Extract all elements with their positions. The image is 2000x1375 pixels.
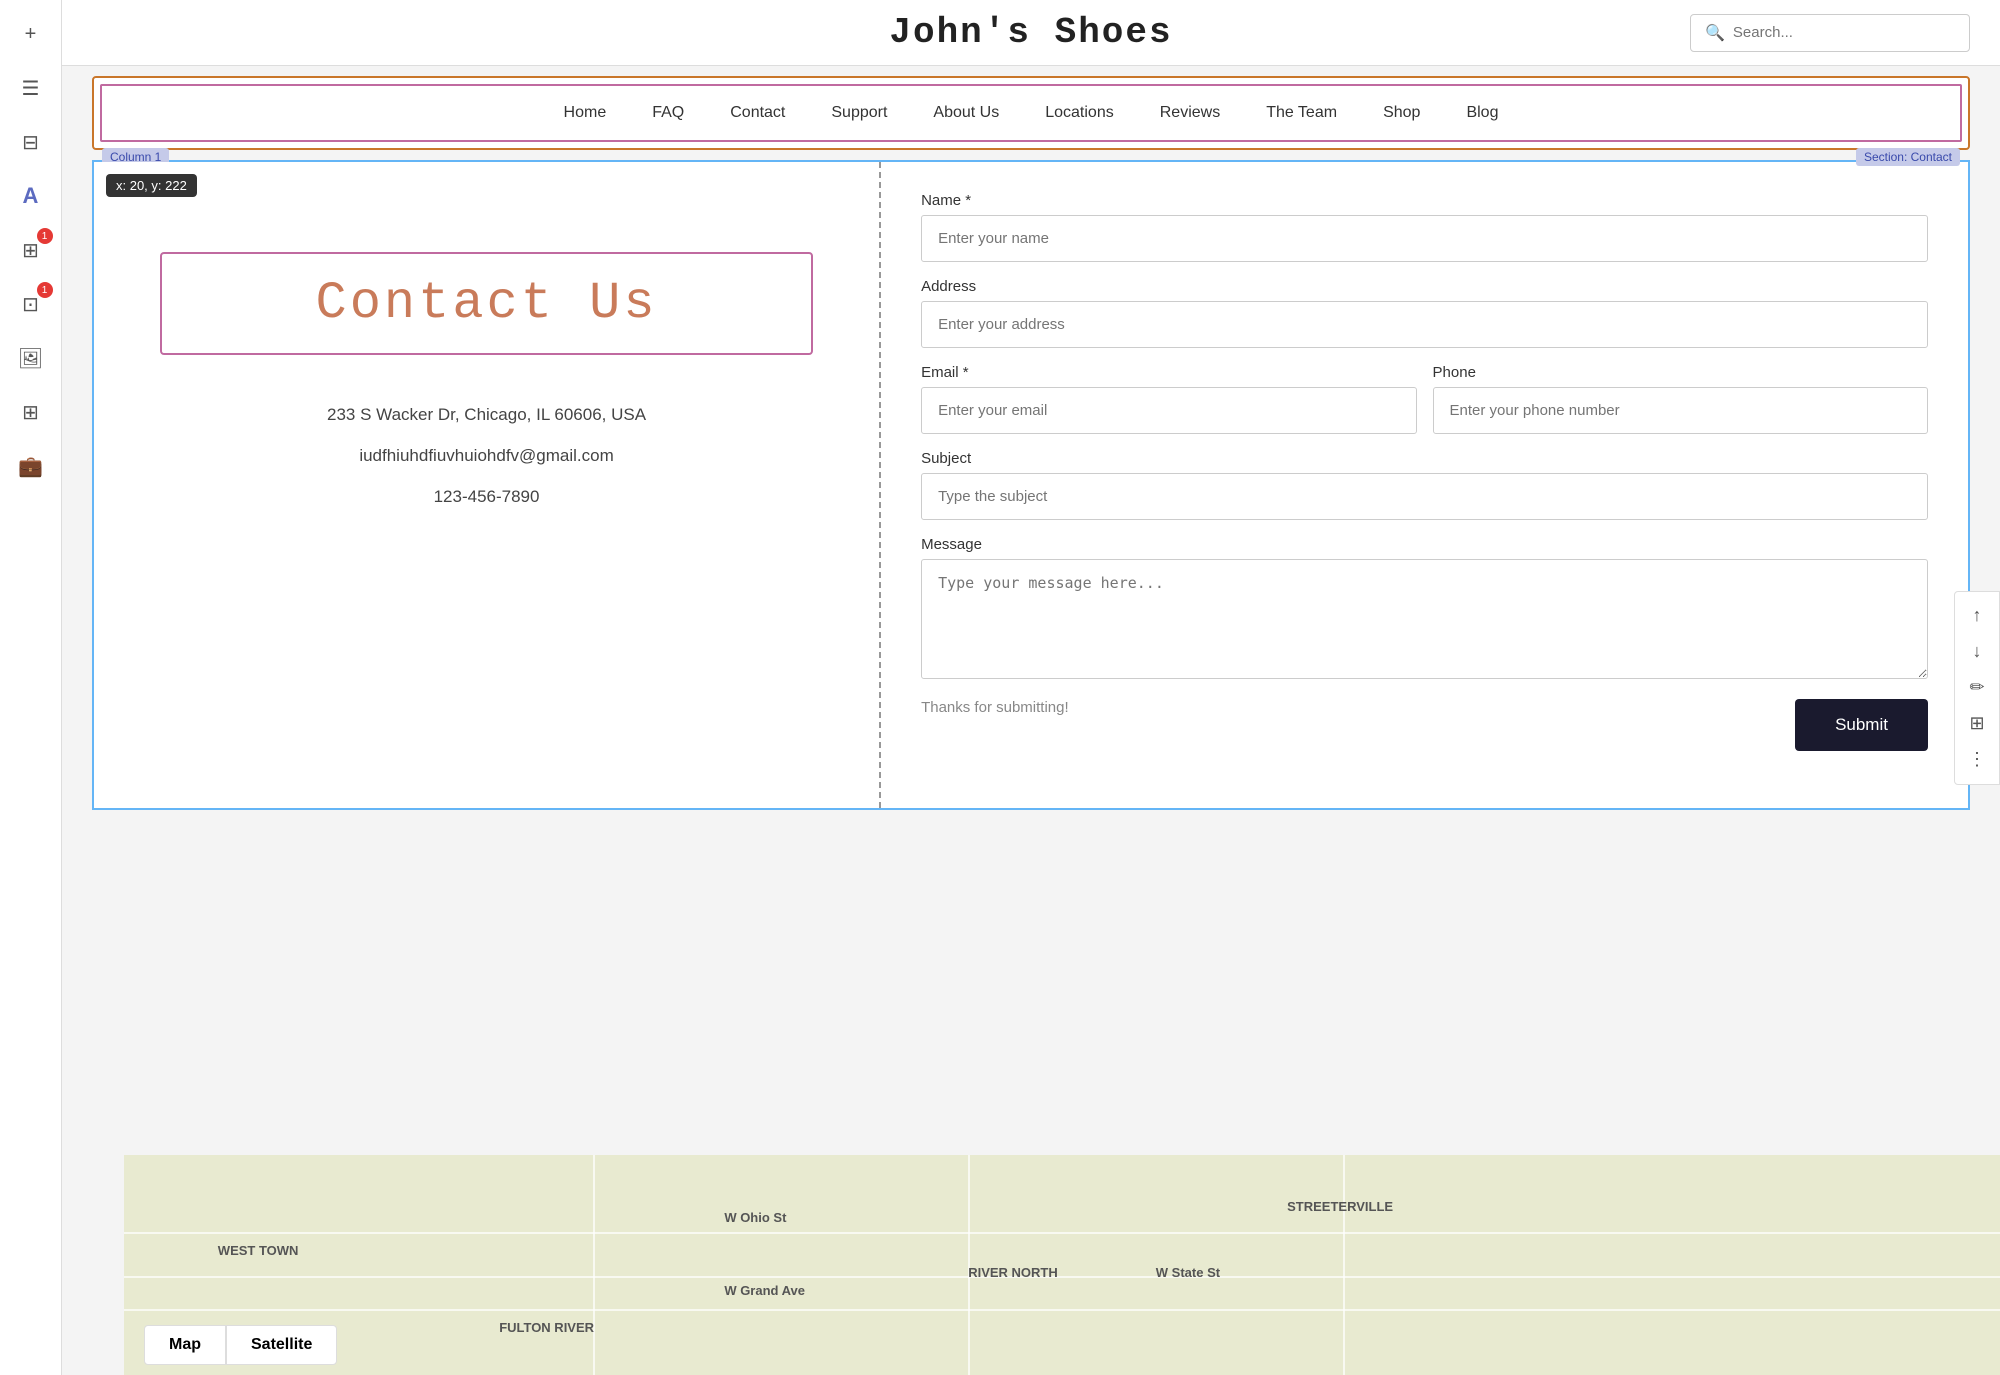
list-icon[interactable]: ⊟: [13, 124, 49, 160]
edit-button[interactable]: ✏: [1961, 672, 1993, 704]
contact-title-box: Contact Us: [160, 252, 813, 355]
nav-reviews[interactable]: Reviews: [1152, 100, 1228, 126]
thanks-text: Thanks for submitting!: [921, 699, 1069, 716]
email-group: Email *: [921, 364, 1416, 434]
map-canvas: WEST TOWN W Ohio St RIVER NORTH STREETER…: [124, 1155, 2000, 1375]
contact-phone: 123-456-7890: [327, 477, 646, 518]
map-tab-satellite[interactable]: Satellite: [226, 1325, 337, 1365]
nav-bar: Home FAQ Contact Support About Us Locati…: [102, 96, 1960, 130]
briefcase-icon[interactable]: 💼: [13, 448, 49, 484]
tooltip: x: 20, y: 222: [106, 174, 197, 197]
map-label-rivernorth: RIVER NORTH: [968, 1265, 1058, 1280]
map-tabs: Map Satellite: [144, 1325, 337, 1365]
right-column: Name * Address Email * Phone: [881, 162, 1968, 808]
nav-inner: Home FAQ Contact Support About Us Locati…: [100, 84, 1962, 142]
nav-faq[interactable]: FAQ: [644, 100, 692, 126]
message-input[interactable]: [921, 559, 1928, 679]
map-tab-map[interactable]: Map: [144, 1325, 226, 1365]
left-column: x: 20, y: 222 Contact Us 233 S Wacker Dr…: [94, 162, 881, 808]
nav-locations[interactable]: Locations: [1037, 100, 1122, 126]
contact-address: 233 S Wacker Dr, Chicago, IL 60606, USA: [327, 395, 646, 436]
image-icon[interactable]: 🖼: [13, 340, 49, 376]
widgets-icon[interactable]: ⊡ 1: [13, 286, 49, 322]
widgets-badge: 1: [37, 282, 53, 298]
message-label: Message: [921, 536, 1928, 553]
name-label: Name *: [921, 192, 1928, 209]
address-label: Address: [921, 278, 1928, 295]
message-group: Message: [921, 536, 1928, 679]
contact-info: 233 S Wacker Dr, Chicago, IL 60606, USA …: [327, 395, 646, 517]
subject-label: Subject: [921, 450, 1928, 467]
scroll-down-button[interactable]: ↓: [1961, 636, 1993, 668]
nav-support[interactable]: Support: [823, 100, 895, 126]
map-label-wgrand: W Grand Ave: [724, 1283, 805, 1298]
contact-email: iudfhiuhdfiuvhuiohdfv@gmail.com: [327, 436, 646, 477]
nav-home[interactable]: Home: [556, 100, 615, 126]
nav-shop[interactable]: Shop: [1375, 100, 1428, 126]
subject-input[interactable]: [921, 473, 1928, 520]
nav-contact[interactable]: Contact: [722, 100, 793, 126]
nav-container: Home FAQ Contact Support About Us Locati…: [92, 76, 1970, 150]
scroll-up-button[interactable]: ↑: [1961, 600, 1993, 632]
right-controls: ↑ ↓ ✏ ⊞ ⋮: [1954, 591, 2000, 785]
header: John's Shoes 🔍: [62, 0, 2000, 66]
grid-button[interactable]: ⊞: [1961, 708, 1993, 740]
phone-group: Phone: [1433, 364, 1928, 434]
email-phone-row: Email * Phone: [921, 364, 1928, 434]
map-label-wstate: W State St: [1156, 1265, 1220, 1280]
section-badge: Section: Contact: [1856, 148, 1960, 166]
address-input[interactable]: [921, 301, 1928, 348]
search-box[interactable]: 🔍: [1690, 14, 1970, 52]
map-label-westtown: WEST TOWN: [218, 1243, 299, 1258]
contact-title: Contact Us: [172, 274, 801, 333]
map-label-streeterville: STREETERVILLE: [1287, 1199, 1393, 1214]
menu-icon[interactable]: ☰: [13, 70, 49, 106]
search-input[interactable]: [1733, 24, 1955, 41]
apps-icon[interactable]: ⊞ 1: [13, 232, 49, 268]
sidebar: + ☰ ⊟ A ⊞ 1 ⊡ 1 🖼 ⊞ 💼: [0, 0, 62, 1375]
submit-row: Thanks for submitting! Submit: [921, 695, 1928, 751]
map-area: WEST TOWN W Ohio St RIVER NORTH STREETER…: [124, 1155, 2000, 1375]
content-section: Column 1 Section: Contact x: 20, y: 222 …: [92, 160, 1970, 810]
name-group: Name *: [921, 192, 1928, 262]
nav-about[interactable]: About Us: [925, 100, 1007, 126]
search-icon: 🔍: [1705, 23, 1725, 43]
nav-blog[interactable]: Blog: [1458, 100, 1506, 126]
subject-group: Subject: [921, 450, 1928, 520]
site-title: John's Shoes: [102, 12, 1960, 53]
address-group: Address: [921, 278, 1928, 348]
more-button[interactable]: ⋮: [1961, 744, 1993, 776]
add-icon[interactable]: +: [13, 16, 49, 52]
table-icon[interactable]: ⊞: [13, 394, 49, 430]
name-input[interactable]: [921, 215, 1928, 262]
apps-badge: 1: [37, 228, 53, 244]
main-area: John's Shoes 🔍 Home FAQ Contact Support …: [62, 0, 2000, 1375]
email-label: Email *: [921, 364, 1416, 381]
map-label-fulton: FULTON RIVER: [499, 1320, 594, 1335]
text-icon[interactable]: A: [13, 178, 49, 214]
map-label-wohio: W Ohio St: [724, 1210, 786, 1225]
phone-input[interactable]: [1433, 387, 1928, 434]
email-input[interactable]: [921, 387, 1416, 434]
nav-team[interactable]: The Team: [1258, 100, 1345, 126]
phone-label: Phone: [1433, 364, 1928, 381]
submit-button[interactable]: Submit: [1795, 699, 1928, 751]
